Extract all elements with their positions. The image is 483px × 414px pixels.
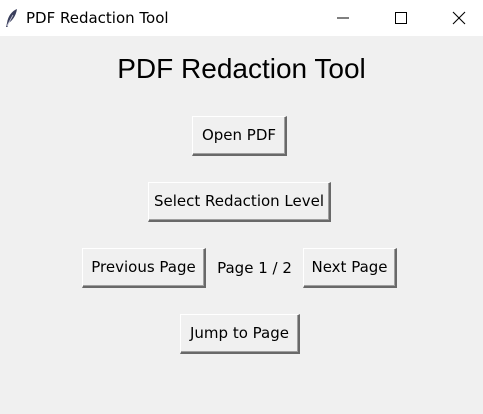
close-button[interactable]: [430, 0, 483, 36]
title-bar[interactable]: PDF Redaction Tool: [0, 0, 483, 36]
next-page-button[interactable]: Next Page: [303, 248, 397, 288]
page-indicator: Page 1 / 2: [217, 259, 292, 277]
open-pdf-button[interactable]: Open PDF: [192, 116, 287, 156]
jump-to-page-button[interactable]: Jump to Page: [180, 314, 300, 354]
feather-icon: [4, 8, 20, 28]
select-redaction-level-button[interactable]: Select Redaction Level: [148, 182, 331, 222]
app-window: PDF Redaction Tool PDF Redaction Tool Op…: [0, 0, 483, 414]
page-title: PDF Redaction Tool: [117, 53, 366, 84]
maximize-button[interactable]: [372, 0, 430, 36]
maximize-icon: [395, 12, 407, 24]
minimize-button[interactable]: [314, 0, 372, 36]
window-title: PDF Redaction Tool: [26, 9, 169, 27]
previous-page-button[interactable]: Previous Page: [82, 248, 206, 288]
minimize-icon: [337, 17, 349, 19]
close-icon: [452, 11, 466, 25]
